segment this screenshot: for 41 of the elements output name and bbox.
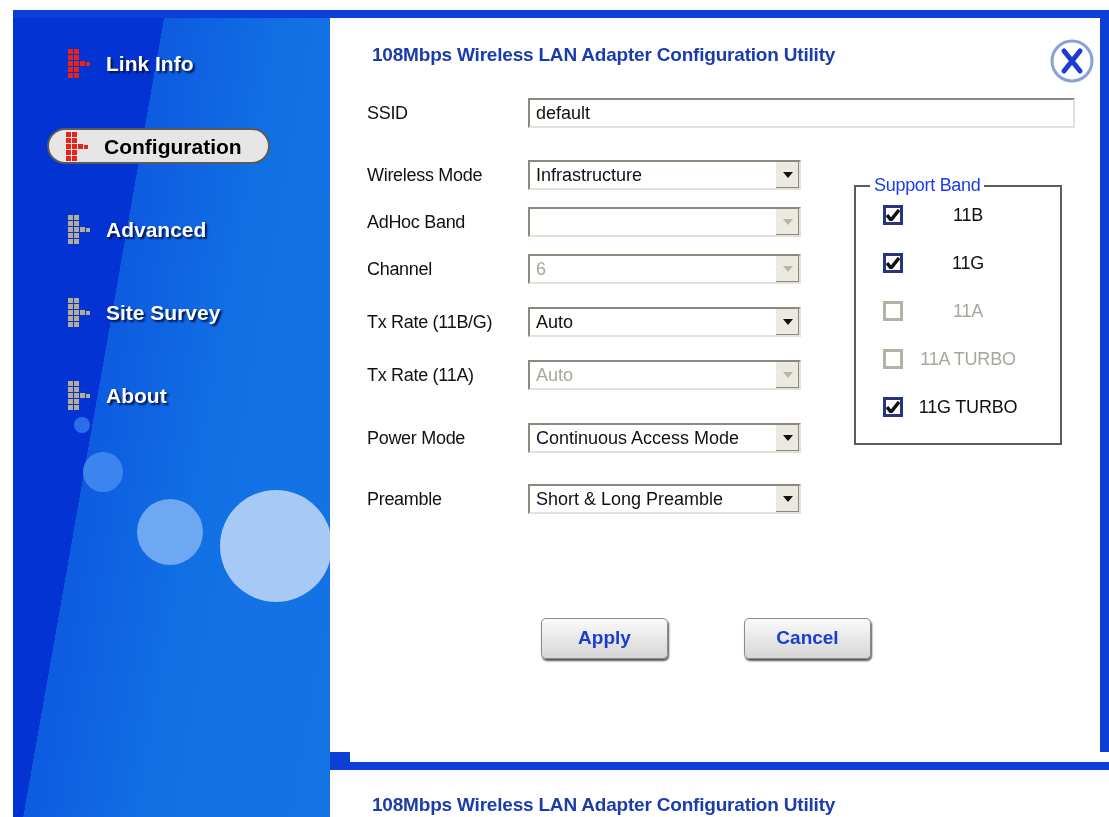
checkbox-label: 11A TURBO (919, 350, 1017, 368)
checkmark-icon (886, 401, 900, 413)
field-label: SSID (367, 104, 409, 122)
field-label: Power Mode (367, 429, 467, 447)
apply-button[interactable]: Apply (541, 618, 668, 659)
window-title: 108Mbps Wireless LAN Adapter Configuration Utility (372, 43, 836, 67)
checkmark-icon (886, 209, 900, 221)
window-title: 108Mbps Wireless LAN Adapter Configuration Utility (372, 794, 837, 816)
checkbox-label: 11G TURBO (917, 398, 1019, 416)
checkbox-label: 11B (951, 206, 985, 224)
dropdown-arrow-icon (782, 319, 793, 325)
field-label: Tx Rate (11A) (367, 366, 475, 384)
checkmark-icon (886, 257, 900, 269)
dropdown[interactable]: Continuous Access Mode (528, 423, 801, 453)
dropdown-arrow-icon (782, 372, 793, 378)
dropdown[interactable]: Infrastructure (528, 160, 801, 190)
dropdown-arrow-icon (782, 172, 793, 178)
field-label: Wireless Mode (367, 166, 484, 184)
nav-item[interactable]: About (47, 377, 270, 413)
dropdown-arrow-icon (782, 219, 793, 225)
dropdown[interactable]: Short & Long Preamble (528, 484, 801, 514)
dropdown-arrow-icon (782, 496, 793, 502)
dropdown-arrow-icon (782, 435, 793, 441)
cancel-button[interactable]: Cancel (744, 618, 871, 659)
checkbox-label: 11G (950, 254, 986, 272)
checkbox-label: 11A (951, 302, 985, 320)
field-label: Tx Rate (11B/G) (367, 313, 494, 331)
field-label: Preamble (367, 490, 443, 508)
nav-item[interactable]: Configuration (47, 128, 270, 164)
dropdown-arrow-icon (782, 266, 793, 272)
checkbox[interactable] (883, 205, 903, 225)
dropdown[interactable]: Auto (528, 307, 801, 337)
field-label: Channel (367, 260, 433, 278)
checkbox[interactable] (883, 253, 903, 273)
nav-item[interactable]: Advanced (47, 211, 270, 247)
field-label: AdHoc Band (367, 213, 467, 231)
nav-item[interactable]: Site Survey (47, 294, 270, 330)
text-field[interactable]: default (528, 98, 1075, 128)
nav-item[interactable]: Link Info (47, 45, 270, 81)
checkbox[interactable] (883, 397, 903, 417)
close-icon[interactable] (1049, 38, 1095, 84)
